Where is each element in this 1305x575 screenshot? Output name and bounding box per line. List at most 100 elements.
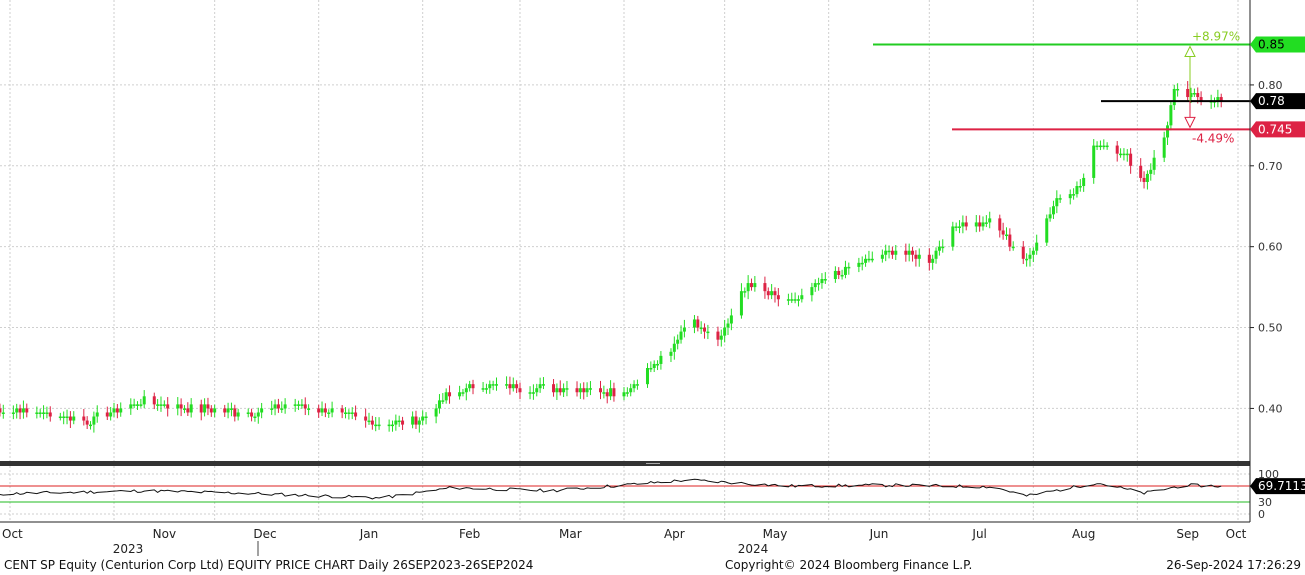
- candle-body: [179, 404, 183, 409]
- candle-body: [203, 404, 207, 413]
- candle-body: [1145, 173, 1149, 182]
- candle-body: [558, 388, 562, 393]
- candle-body: [974, 222, 978, 227]
- candle-body: [347, 412, 351, 414]
- rsi-value-tag[interactable]: 69.7113: [1250, 478, 1305, 495]
- candle-body: [135, 404, 139, 406]
- candle-body: [209, 408, 213, 413]
- candle-body: [283, 404, 287, 409]
- candle-body: [159, 404, 163, 406]
- candle-body: [1058, 198, 1062, 200]
- candle-body: [1102, 145, 1106, 148]
- candle-body: [236, 412, 240, 417]
- rsi-line: [0, 478, 1222, 500]
- x-tick-label: Nov: [153, 527, 176, 541]
- candle-body: [1055, 198, 1059, 207]
- candle-body: [1021, 246, 1025, 259]
- candle-body: [1082, 177, 1086, 187]
- candle-body: [937, 246, 941, 251]
- candle-body: [810, 287, 814, 296]
- candle-body: [763, 283, 767, 292]
- candle-body: [703, 327, 707, 332]
- footer-copyright: Copyright© 2024 Bloomberg Finance L.P.: [725, 558, 973, 572]
- rsi-last-value: 69.7113: [1258, 479, 1305, 493]
- candle-body: [1166, 125, 1170, 138]
- candle-body: [401, 420, 405, 425]
- candle-body: [35, 412, 39, 414]
- pane-divider[interactable]: [0, 461, 1250, 466]
- candle-body: [588, 388, 592, 390]
- candle-body: [162, 404, 166, 406]
- candle-body: [582, 388, 586, 393]
- candle-body: [1095, 145, 1099, 148]
- candle-body: [458, 392, 462, 397]
- candle-body: [42, 412, 46, 414]
- candle-body: [927, 254, 931, 263]
- candle-body: [652, 363, 656, 368]
- lower-target-tag[interactable]: 0.745: [1250, 121, 1305, 138]
- candle-body: [790, 299, 794, 301]
- candle-body: [907, 250, 911, 255]
- candle-body: [390, 424, 394, 427]
- candle-body: [152, 396, 156, 405]
- candle-body: [1176, 88, 1180, 91]
- y-tick-label: 0.60: [1258, 241, 1283, 254]
- candle-body: [92, 416, 96, 425]
- candle-body: [770, 291, 774, 296]
- candle-body: [796, 299, 800, 301]
- candle-body: [857, 262, 861, 267]
- candle-body: [706, 331, 710, 334]
- candle-body: [515, 384, 519, 389]
- candle-body: [11, 412, 15, 414]
- candle-body: [213, 408, 217, 413]
- candle-body: [860, 262, 864, 265]
- candle-body: [1186, 88, 1190, 98]
- candle-body: [622, 392, 626, 397]
- candle-body: [256, 412, 260, 417]
- candle-body: [1035, 242, 1039, 251]
- x-tick-label: Oct: [1226, 527, 1247, 541]
- candle-body: [1001, 230, 1005, 235]
- candle-body: [645, 367, 649, 385]
- x-tick-label: Sep: [1176, 527, 1199, 541]
- x-year-label: 2023: [113, 542, 144, 556]
- candle-body: [464, 388, 468, 393]
- candle-body: [1115, 145, 1119, 154]
- upper-target-tag[interactable]: 0.85: [1250, 36, 1305, 53]
- candle-body: [62, 416, 66, 419]
- candle-body: [481, 388, 485, 390]
- candle-body: [578, 388, 582, 393]
- candle-body: [984, 222, 988, 224]
- x-axis-months: Oct Nov Dec Jan Feb Mar Apr May Jun Jul …: [2, 527, 1247, 541]
- downside-percent: -4.49%: [1192, 131, 1234, 145]
- candle-body: [364, 416, 368, 421]
- candle-body: [273, 404, 277, 409]
- candle-body: [941, 246, 945, 249]
- candle-body: [182, 408, 186, 410]
- candle-body: [105, 412, 109, 417]
- candle-body: [417, 420, 421, 425]
- candle-body: [444, 392, 448, 401]
- candle-body: [817, 283, 821, 285]
- candle-body: [109, 412, 113, 417]
- candle-body: [119, 408, 123, 413]
- rsi-grid: [0, 473, 1250, 515]
- candle-body: [786, 299, 790, 301]
- candle-body: [776, 295, 780, 300]
- candle-body: [847, 266, 851, 269]
- candle-body: [387, 424, 391, 427]
- candle-body: [1162, 137, 1166, 158]
- candle-body: [1, 412, 5, 414]
- candle-body: [132, 404, 136, 406]
- rsi-tick-label: 30: [1258, 496, 1272, 509]
- candle-body: [65, 416, 69, 419]
- candle-body: [15, 408, 19, 413]
- candle-body: [206, 404, 210, 409]
- candle-body: [441, 400, 445, 402]
- candle-body: [672, 343, 676, 352]
- candle-body: [676, 339, 680, 344]
- candle-body: [609, 388, 613, 397]
- last-price-tag[interactable]: 0.78: [1250, 93, 1305, 110]
- candle-body: [156, 404, 160, 406]
- candle-body: [1028, 254, 1032, 259]
